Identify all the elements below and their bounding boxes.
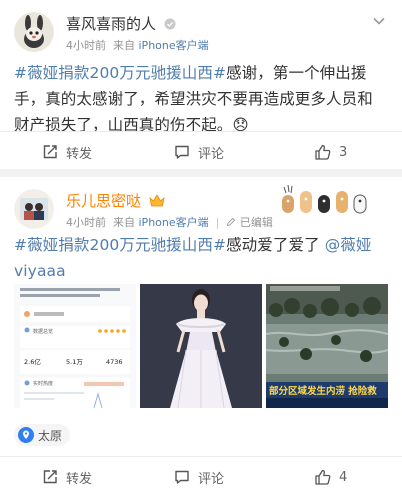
repost-button[interactable]: 转发: [42, 457, 92, 497]
action-bar: 转发 评论 4: [0, 456, 402, 496]
chevron-down-icon[interactable]: [372, 16, 386, 26]
stat-label-trend: 实时热度: [33, 380, 53, 387]
username[interactable]: 乐儿思密哒: [66, 191, 165, 211]
avatar[interactable]: [14, 189, 54, 229]
repost-icon: [43, 145, 57, 159]
comment-icon: [175, 470, 189, 484]
like-button[interactable]: 4: [314, 457, 347, 497]
post-meta: 4小时前 来自 iPhone客户端 | 已编辑: [66, 216, 273, 229]
action-bar: 转发 评论 3: [0, 131, 402, 171]
vip-crown-icon: [149, 194, 165, 207]
stat-label-overview: 数据总览: [33, 328, 53, 335]
post-text: #薇娅捐款200万元驰援山西#感动爱了爱了 @薇娅viyaaa: [14, 236, 372, 280]
avatar[interactable]: [14, 12, 54, 52]
edit-icon: [227, 217, 236, 227]
like-button[interactable]: 3: [314, 132, 347, 172]
post-image-3[interactable]: 部分区域发生内涝 抢险救: [266, 284, 388, 408]
repost-button[interactable]: 转发: [42, 132, 92, 172]
verified-badge-icon: [164, 18, 176, 30]
like-icon: [315, 469, 331, 485]
location-icon: [18, 427, 34, 443]
post-card-1: 喜风喜雨的人 4小时前 来自 iPhone客户端 #薇娅捐款200万元驰援山西#…: [0, 0, 402, 169]
username[interactable]: 喜风喜雨的人: [66, 14, 176, 34]
source-link[interactable]: iPhone客户端: [139, 216, 209, 229]
stat-value-3: 4736: [106, 358, 123, 366]
topic-link[interactable]: #薇娅捐款200万元驰援山西#: [14, 64, 226, 82]
repost-icon: [43, 470, 57, 484]
location-tag[interactable]: 太原: [14, 424, 71, 446]
post-header: 喜风喜雨的人 4小时前 来自 iPhone客户端: [14, 12, 388, 56]
topic-link[interactable]: #薇娅捐款200万元驰援山西#: [14, 236, 226, 254]
post-image-2[interactable]: [140, 284, 262, 408]
image-grid: 数据总览 2.6亿 5.1万 4736 实时热度 部分区域发生内涝 抢险救: [14, 284, 388, 408]
post-meta: 4小时前 来自 iPhone客户端: [66, 39, 209, 52]
source-link[interactable]: iPhone客户端: [139, 39, 209, 52]
stat-value-2: 5.1万: [66, 358, 83, 366]
comment-icon: [175, 145, 189, 159]
post-image-1[interactable]: 数据总览 2.6亿 5.1万 4736 实时热度: [14, 284, 136, 408]
post-text: #薇娅捐款200万元驰援山西#感谢，第一个伸出援手，真的太感谢了，希望洪灾不要再…: [14, 64, 373, 134]
post-header: 乐儿思密哒 4小时前 来自 iPhone客户端 | 已编辑: [14, 189, 388, 233]
like-icon: [315, 144, 331, 160]
news-caption: 部分区域发生内涝 抢险救: [269, 385, 377, 397]
stat-value-1: 2.6亿: [24, 357, 41, 366]
comment-button[interactable]: 评论: [174, 132, 224, 172]
comment-button[interactable]: 评论: [174, 457, 224, 497]
